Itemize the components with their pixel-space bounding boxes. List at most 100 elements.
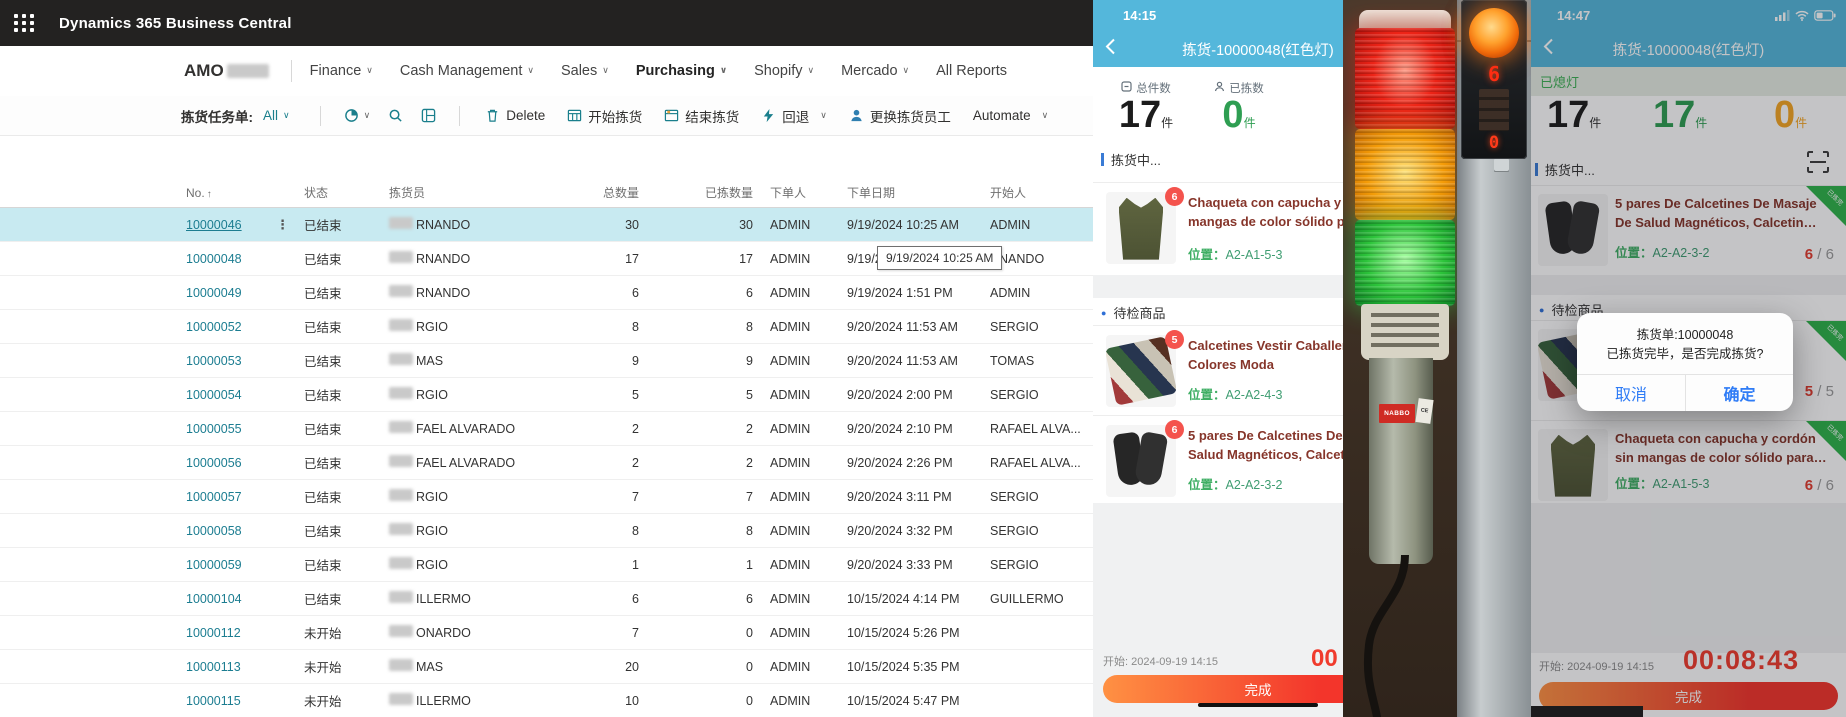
end-picking-button[interactable]: 结束拣货 xyxy=(664,106,739,126)
table-row[interactable]: 10000056 已结束 FAEL ALVARADO 2 2 ADMIN 9/2… xyxy=(0,446,1093,480)
table-row[interactable]: 10000115 未开始 ILLERMO 10 0 ADMIN 10/15/20… xyxy=(0,684,1093,717)
table-row[interactable]: 10000113 未开始 MAS 20 0 ADMIN 10/15/2024 5… xyxy=(0,650,1093,684)
table-row[interactable]: 10000054 已结束 RGIO 5 5 ADMIN 9/20/2024 2:… xyxy=(0,378,1093,412)
redacted-text xyxy=(389,285,413,297)
table-row[interactable]: 10000055 已结束 FAEL ALVARADO 2 2 ADMIN 9/2… xyxy=(0,412,1093,446)
picker-cell: MAS xyxy=(389,659,569,674)
product-image xyxy=(1106,192,1176,264)
document-no-link[interactable]: 10000057 xyxy=(186,490,242,504)
document-no-link[interactable]: 10000113 xyxy=(186,660,241,674)
document-no-link[interactable]: 10000048 xyxy=(186,252,242,266)
product-title: Calcetines Vestir CaballeroColores Moda xyxy=(1188,337,1343,375)
pick-display-module: 6 0 xyxy=(1461,0,1527,159)
nav-bar: 拣货-10000048(红色灯) xyxy=(1093,30,1343,67)
chevron-down-icon xyxy=(803,63,815,79)
tower-light-cap xyxy=(1359,10,1451,30)
picked-qty-cell: 8 xyxy=(639,320,753,334)
change-picker-button[interactable]: 更换拣货员工 xyxy=(849,106,951,126)
search-icon[interactable] xyxy=(388,108,403,123)
power-cable xyxy=(1343,555,1463,717)
table-row[interactable]: 10000057 已结束 RGIO 7 7 ADMIN 9/20/2024 3:… xyxy=(0,480,1093,514)
document-no-link[interactable]: 10000059 xyxy=(186,558,242,572)
cancel-button[interactable]: 取消 xyxy=(1577,375,1685,411)
product-card[interactable]: 5 Calcetines Vestir CaballeroColores Mod… xyxy=(1093,325,1343,415)
document-no-link[interactable]: 10000054 xyxy=(186,388,242,402)
document-no-link[interactable]: 10000056 xyxy=(186,456,242,470)
app-launcher-waffle-icon[interactable] xyxy=(14,14,35,32)
table-row[interactable]: 10000052 已结束 RGIO 8 8 ADMIN 9/20/2024 11… xyxy=(0,310,1093,344)
start-time-label: 开始: 2024-09-19 14:15 xyxy=(1103,653,1218,669)
product-image xyxy=(1106,335,1176,407)
document-no-link[interactable]: 10000053 xyxy=(186,354,242,368)
views-icon[interactable] xyxy=(344,108,371,123)
redacted-text xyxy=(389,489,413,501)
product-title: 5 pares De Calcetines De MSalud Magnétic… xyxy=(1188,427,1343,465)
order-date-cell: 9/20/2024 11:53 AM xyxy=(847,320,990,334)
product-card[interactable]: 6 Chaqueta con capucha y comangas de col… xyxy=(1093,182,1343,275)
column-header-status[interactable]: 状态 xyxy=(304,184,389,201)
table-row[interactable]: 10000058 已结束 RGIO 8 8 ADMIN 9/20/2024 3:… xyxy=(0,514,1093,548)
document-no-link[interactable]: 10000055 xyxy=(186,422,242,436)
table-row[interactable]: 10000046 已结束 RNANDO 30 30 ADMIN 9/19/202… xyxy=(0,208,1093,242)
row-menu-icon[interactable] xyxy=(276,217,289,232)
document-no-link[interactable]: 10000058 xyxy=(186,524,242,538)
status-cell: 已结束 xyxy=(304,555,389,574)
screenshot-root: Dynamics 365 Business Central AMO Financ… xyxy=(0,0,1846,717)
order-date-cell: 9/20/2024 3:32 PM xyxy=(847,524,990,538)
document-no-link[interactable]: 10000052 xyxy=(186,320,242,334)
document-no-link[interactable]: 10000112 xyxy=(186,626,241,640)
table-row[interactable]: 10000049 已结束 RNANDO 6 6 ADMIN 9/19/2024 … xyxy=(0,276,1093,310)
column-header-order-date[interactable]: 下单日期 xyxy=(847,184,990,201)
stats-panel: 总件数 17件 已拣数 0件 xyxy=(1093,67,1343,147)
home-indicator xyxy=(1198,703,1318,707)
tower-light-red-segment xyxy=(1355,28,1455,129)
nav-menu-item[interactable]: Purchasing xyxy=(636,63,727,79)
start-picking-button[interactable]: 开始拣货 xyxy=(567,106,642,126)
finish-button[interactable]: 完成 xyxy=(1103,675,1343,703)
column-header-total-qty[interactable]: 总数量 xyxy=(569,184,639,201)
nav-menu-item[interactable]: All Reports xyxy=(936,63,1007,79)
column-header-starter[interactable]: 开始人 xyxy=(990,184,1093,201)
confirm-button[interactable]: 确定 xyxy=(1685,375,1793,411)
document-no-link[interactable]: 10000115 xyxy=(186,694,241,708)
redacted-text xyxy=(389,353,413,365)
person-icon xyxy=(1214,81,1225,95)
order-by-cell: ADMIN xyxy=(753,218,847,232)
nav-menu-item[interactable]: Sales xyxy=(561,63,609,79)
table-row[interactable]: 10000053 已结束 MAS 9 9 ADMIN 9/20/2024 11:… xyxy=(0,344,1093,378)
nav-items: Finance Cash Management Sales Purchasing… xyxy=(310,63,1007,79)
nav-menu-item[interactable]: Cash Management xyxy=(400,63,534,79)
picked-qty-cell: 5 xyxy=(639,388,753,402)
column-header-no[interactable]: No. xyxy=(186,186,276,200)
column-header-picked-qty[interactable]: 已拣数量 xyxy=(639,184,753,201)
status-cell: 未开始 xyxy=(304,623,389,642)
order-date-cell: 10/15/2024 5:26 PM xyxy=(847,626,990,640)
bottom-panel: 开始: 2024-09-19 14:15 00 完成 xyxy=(1093,503,1343,717)
nav-menu-item[interactable]: Shopify xyxy=(754,63,814,79)
bin-location: 位置：A2-A1-5-3 xyxy=(1188,244,1283,263)
picker-cell: RGIO xyxy=(389,319,569,334)
document-no-link[interactable]: 10000046 xyxy=(186,218,242,232)
automate-button[interactable]: Automate xyxy=(973,108,1048,123)
status-cell: 已结束 xyxy=(304,589,389,608)
redacted-text xyxy=(389,625,413,637)
table-row[interactable]: 10000059 已结束 RGIO 1 1 ADMIN 9/20/2024 3:… xyxy=(0,548,1093,582)
rollback-button[interactable]: 回退 xyxy=(761,106,827,126)
table-row[interactable]: 10000104 已结束 ILLERMO 6 6 ADMIN 10/15/202… xyxy=(0,582,1093,616)
delete-button[interactable]: Delete xyxy=(485,108,545,123)
company-name[interactable]: AMO xyxy=(184,61,269,81)
document-no-link[interactable]: 10000104 xyxy=(186,592,242,606)
view-filter-dropdown[interactable]: All xyxy=(263,108,290,123)
document-no-link[interactable]: 10000049 xyxy=(186,286,242,300)
analysis-mode-icon[interactable] xyxy=(421,108,436,123)
nav-menu-item[interactable]: Mercado xyxy=(841,63,909,79)
table-row[interactable]: 10000112 未开始 ONARDO 7 0 ADMIN 10/15/2024… xyxy=(0,616,1093,650)
bc-action-bar: 拣货任务单: All Delete 开始拣货 结束拣货 回退 更换拣货员工 Au… xyxy=(0,96,1093,136)
order-by-cell: ADMIN xyxy=(753,422,847,436)
column-header-picker[interactable]: 拣货员 xyxy=(389,184,569,201)
chevron-down-icon xyxy=(1037,108,1049,123)
order-by-cell: ADMIN xyxy=(753,320,847,334)
column-header-order-by[interactable]: 下单人 xyxy=(753,184,847,201)
product-card[interactable]: 6 5 pares De Calcetines De MSalud Magnét… xyxy=(1093,415,1343,505)
nav-menu-item[interactable]: Finance xyxy=(310,63,373,79)
